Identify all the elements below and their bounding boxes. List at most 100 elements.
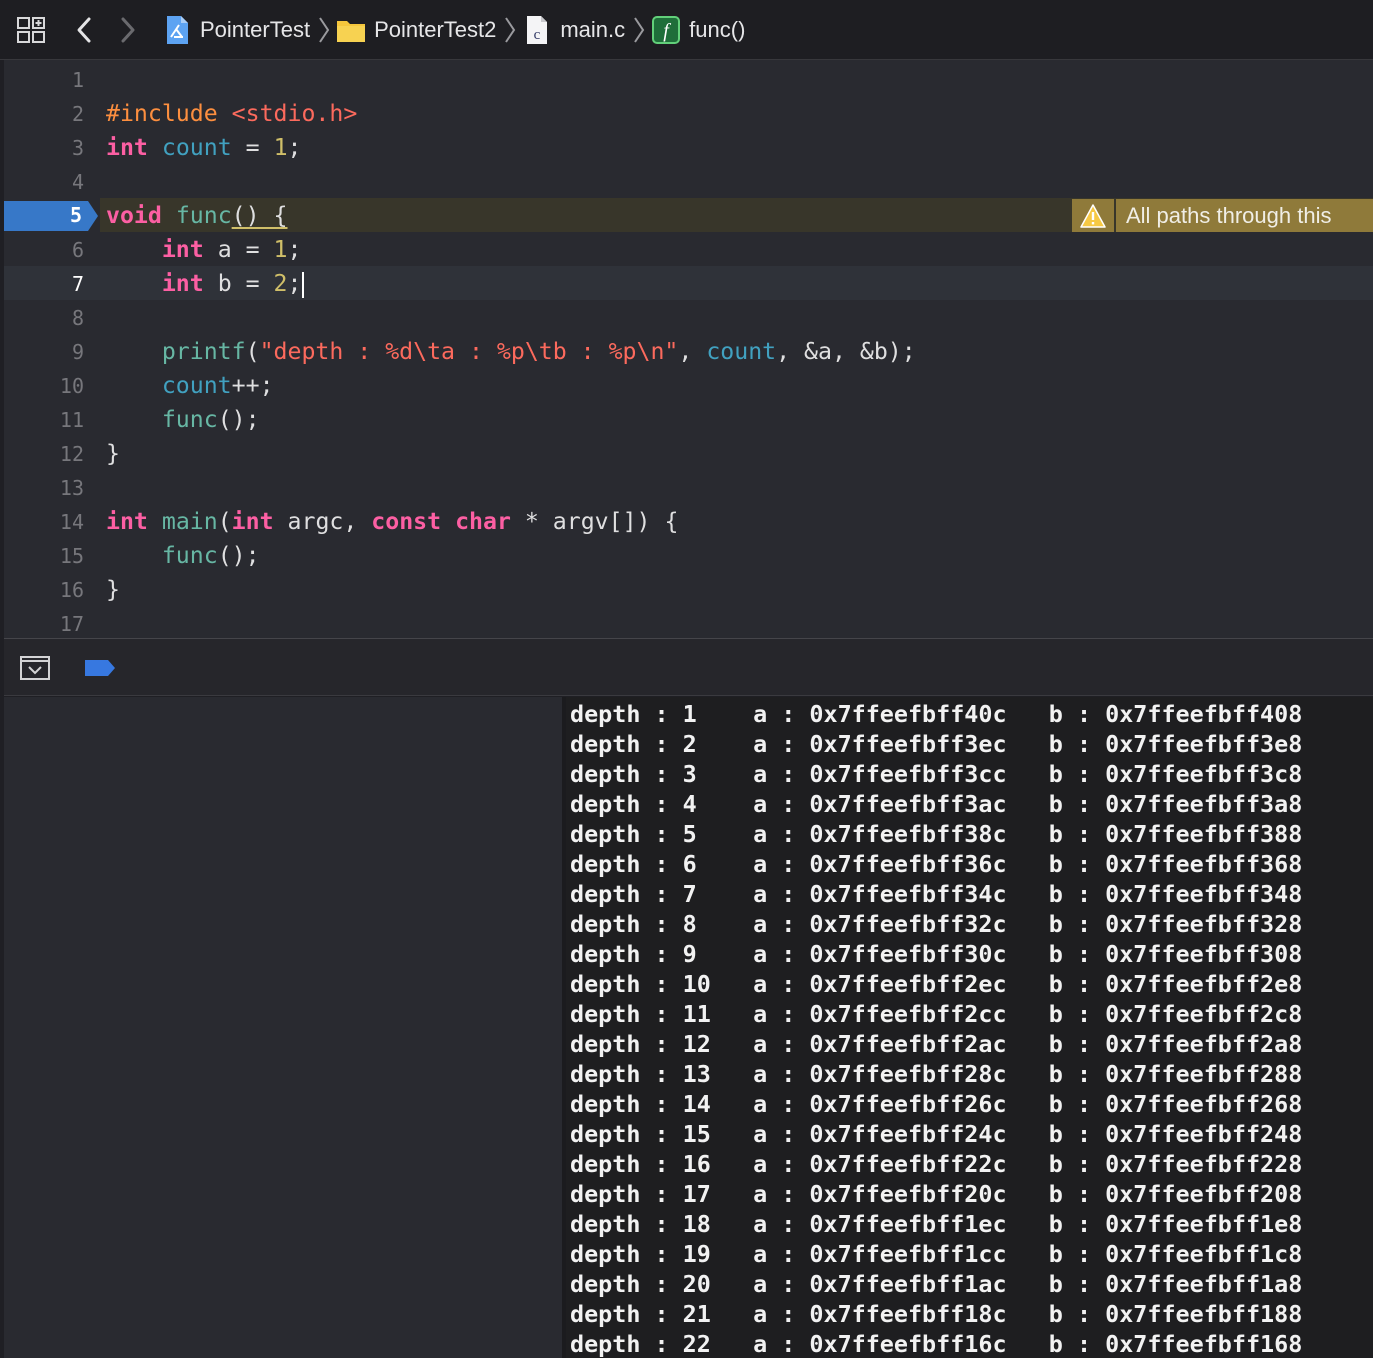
console-line: depth : 14 a : 0x7ffeefbff26c b : 0x7ffe… xyxy=(570,1090,1303,1118)
code-line-16: } xyxy=(106,576,120,603)
chevron-right-icon[interactable] xyxy=(116,14,140,46)
chevron-right-icon xyxy=(634,17,645,43)
code-text: argc, xyxy=(273,508,372,535)
source-editor[interactable]: 1 2 3 4 5 6 7 8 9 10 11 12 13 14 15 16 1… xyxy=(4,60,1373,638)
console-line: depth : 3 a : 0x7ffeefbff3cc b : 0x7ffee… xyxy=(570,760,1303,788)
line-number: 4 xyxy=(71,170,84,194)
c-file-icon: c xyxy=(522,15,552,45)
related-items-icon[interactable] xyxy=(16,16,46,44)
code-line-14: int main(int argc, const char * argv[]) … xyxy=(106,505,678,539)
svg-text:c: c xyxy=(534,27,541,43)
text-cursor xyxy=(302,271,305,298)
hide-debug-area-icon[interactable] xyxy=(20,656,50,680)
code-text: = xyxy=(231,134,274,161)
number-literal: 2 xyxy=(273,270,288,297)
preprocessor-directive: #include xyxy=(106,100,218,127)
string-literal: "depth : %d\ta : %p\tb : %p\n" xyxy=(259,338,679,365)
console-line: depth : 15 a : 0x7ffeefbff24c b : 0x7ffe… xyxy=(570,1120,1303,1148)
console-line: depth : 8 a : 0x7ffeefbff32c b : 0x7ffee… xyxy=(570,910,1303,938)
breakpoint-toggle-icon[interactable] xyxy=(84,659,116,677)
code-text: ( xyxy=(217,508,232,535)
code-text: , &a, &b); xyxy=(776,338,916,365)
console-line: depth : 21 a : 0x7ffeefbff18c b : 0x7ffe… xyxy=(570,1300,1303,1328)
folder-icon xyxy=(336,15,366,45)
keyword: int xyxy=(231,508,274,535)
breadcrumb: PointerTest PointerTest2 c main.c f func… xyxy=(162,12,745,48)
console-line: depth : 13 a : 0x7ffeefbff28c b : 0x7ffe… xyxy=(570,1060,1303,1088)
chevron-right-icon xyxy=(319,17,330,43)
line-number-breakpoint: 5 xyxy=(69,203,82,227)
warning-annotation[interactable]: All paths through this xyxy=(1072,199,1373,232)
keyword: int xyxy=(106,134,148,161)
console-line: depth : 18 a : 0x7ffeefbff1ec b : 0x7ffe… xyxy=(570,1210,1303,1238)
keyword: const xyxy=(371,508,442,535)
number-literal: 1 xyxy=(273,134,288,161)
function-name: func xyxy=(175,202,232,229)
console-output[interactable]: depth : 1 a : 0x7ffeefbff40c b : 0x7ffee… xyxy=(566,697,1373,1358)
breadcrumb-folder[interactable]: PointerTest2 xyxy=(336,12,496,48)
xcode-project-icon xyxy=(162,15,192,45)
line-number: 11 xyxy=(59,408,84,432)
breadcrumb-file-label: main.c xyxy=(560,17,626,42)
line-number-current: 7 xyxy=(71,272,84,296)
console-line: depth : 22 a : 0x7ffeefbff16c b : 0x7ffe… xyxy=(570,1330,1303,1358)
breadcrumb-symbol-label: func() xyxy=(689,17,746,42)
keyword: int xyxy=(161,270,204,297)
code-line-11: func(); xyxy=(106,403,260,437)
code-text: () { xyxy=(231,202,288,229)
line-number: 10 xyxy=(59,374,84,398)
code-line-5: void func() { xyxy=(106,199,288,233)
console-line: depth : 7 a : 0x7ffeefbff34c b : 0x7ffee… xyxy=(570,880,1303,908)
code-text: ( xyxy=(245,338,260,365)
function-name: printf xyxy=(161,338,246,365)
code-line-12: } xyxy=(106,440,120,467)
code-line-7: int b = 2; xyxy=(106,267,305,301)
line-number: 15 xyxy=(59,544,84,568)
console-line: depth : 10 a : 0x7ffeefbff2ec b : 0x7ffe… xyxy=(570,970,1303,998)
include-header: <stdio.h> xyxy=(231,100,358,127)
keyword: char xyxy=(455,508,511,535)
line-number: 6 xyxy=(71,238,84,262)
console-line: depth : 6 a : 0x7ffeefbff36c b : 0x7ffee… xyxy=(570,850,1303,878)
console-line: depth : 9 a : 0x7ffeefbff30c b : 0x7ffee… xyxy=(570,940,1303,968)
line-number: 3 xyxy=(71,136,84,160)
variables-view[interactable] xyxy=(4,697,562,1358)
global-variable: count xyxy=(161,134,232,161)
console-line: depth : 2 a : 0x7ffeefbff3ec b : 0x7ffee… xyxy=(570,730,1303,758)
line-number: 8 xyxy=(71,306,84,330)
breadcrumb-symbol[interactable]: f func() xyxy=(651,12,745,48)
chevron-left-icon[interactable] xyxy=(72,14,96,46)
breadcrumb-file[interactable]: c main.c xyxy=(522,12,625,48)
breadcrumb-folder-label: PointerTest2 xyxy=(374,17,497,42)
breadcrumb-project-label: PointerTest xyxy=(200,17,311,42)
code-text: ; xyxy=(287,270,302,297)
code-line-9: printf("depth : %d\ta : %p\tb : %p\n", c… xyxy=(106,335,916,369)
line-number: 12 xyxy=(59,442,84,466)
breadcrumb-project[interactable]: PointerTest xyxy=(162,12,310,48)
line-number: 13 xyxy=(59,476,84,500)
code-line-6: int a = 1; xyxy=(106,233,302,267)
function-name: main xyxy=(161,508,218,535)
debug-bar xyxy=(4,638,1373,696)
warning-icon-container xyxy=(1072,199,1116,232)
console-line: depth : 1 a : 0x7ffeefbff40c b : 0x7ffee… xyxy=(570,700,1303,728)
code-text: b = xyxy=(203,270,274,297)
console-line: depth : 19 a : 0x7ffeefbff1cc b : 0x7ffe… xyxy=(570,1240,1303,1268)
code-text: ; xyxy=(287,134,302,161)
jump-bar: PointerTest PointerTest2 c main.c f func… xyxy=(0,0,1373,60)
function-name: func xyxy=(161,542,218,569)
code-text: (); xyxy=(217,406,260,433)
console-line: depth : 17 a : 0x7ffeefbff20c b : 0x7ffe… xyxy=(570,1180,1303,1208)
keyword: void xyxy=(106,202,162,229)
line-number: 1 xyxy=(71,68,84,92)
keyword: int xyxy=(106,508,148,535)
global-variable: count xyxy=(706,338,777,365)
keyword: int xyxy=(161,236,204,263)
line-number: 17 xyxy=(59,612,84,636)
chevron-right-icon xyxy=(505,17,516,43)
